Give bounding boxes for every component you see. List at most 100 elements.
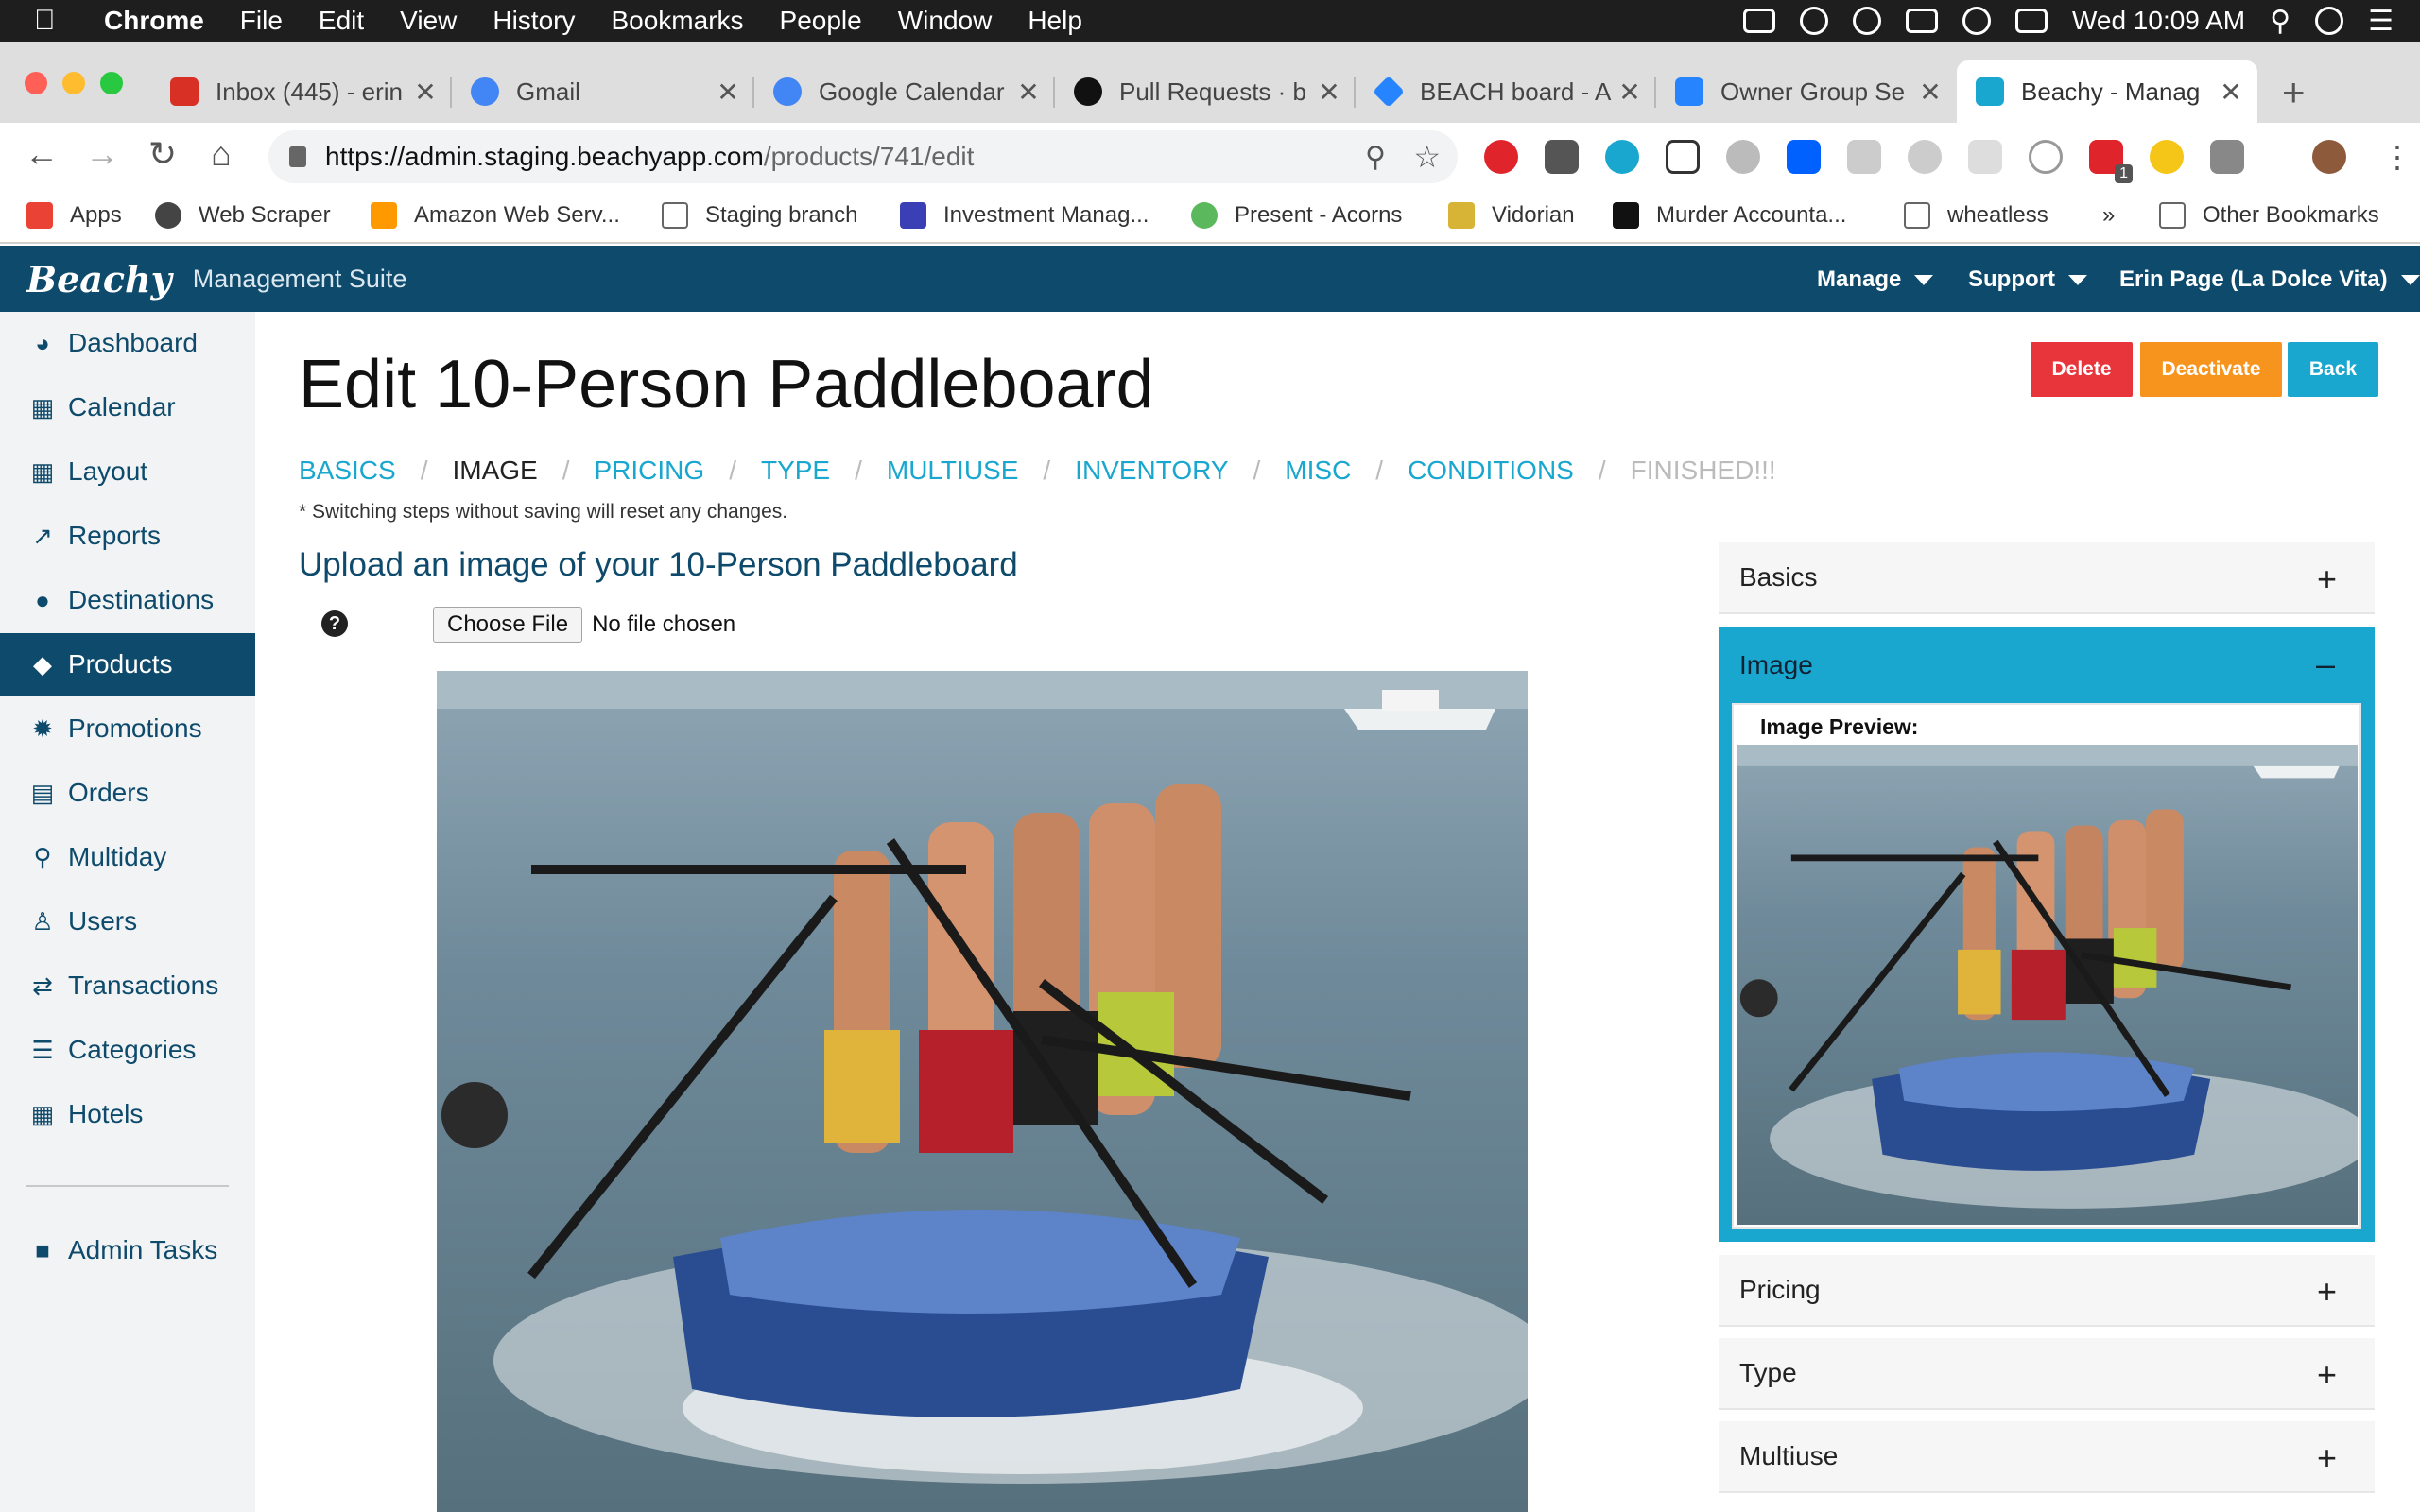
wifi-icon[interactable]: [1962, 7, 1991, 35]
apple-icon[interactable]: : [34, 5, 79, 37]
step-misc[interactable]: MISC: [1285, 455, 1351, 486]
expand-plus-icon[interactable]: +: [2317, 1438, 2337, 1478]
browser-tab[interactable]: Pull Requests · b ✕: [1055, 60, 1356, 123]
tab-close-icon[interactable]: ✕: [2216, 77, 2246, 108]
expand-plus-icon[interactable]: +: [2317, 1355, 2337, 1395]
extension-icon[interactable]: [2029, 140, 2063, 174]
sidebar-item-reports[interactable]: ↗ Reports: [0, 505, 255, 567]
support-menu[interactable]: Support: [1968, 266, 2087, 293]
extension-icon[interactable]: [1605, 140, 1639, 174]
choose-file-button[interactable]: Choose File: [433, 607, 583, 643]
accordion-type[interactable]: Type +: [1719, 1338, 2375, 1410]
sidebar-item-destinations[interactable]: ● Destinations: [0, 569, 255, 631]
browser-tab[interactable]: Inbox (445) - erin ✕: [151, 60, 452, 123]
step-basics[interactable]: BASICS: [299, 455, 396, 486]
camera-icon[interactable]: [2210, 140, 2244, 174]
step-conditions[interactable]: CONDITIONS: [1408, 455, 1574, 486]
menu-app-name[interactable]: Chrome: [104, 6, 204, 36]
accordion-image-header[interactable]: Image –: [1719, 627, 2375, 703]
back-button[interactable]: Back: [2288, 342, 2378, 397]
bookmarks-overflow[interactable]: »: [2102, 202, 2115, 229]
browser-tab[interactable]: BEACH board - A ✕: [1356, 60, 1656, 123]
menu-file[interactable]: File: [240, 6, 283, 36]
spotlight-search-icon[interactable]: ⚲: [2270, 5, 2290, 38]
extension-icon[interactable]: [1968, 140, 2002, 174]
bookmark-item[interactable]: Staging branch: [662, 202, 857, 229]
zoom-icon[interactable]: ⚲: [1365, 141, 1386, 174]
beachy-logo[interactable]: Beachy: [26, 258, 172, 301]
reload-icon[interactable]: ↻: [140, 134, 185, 174]
bookmark-item[interactable]: Investment Manag...: [900, 202, 1149, 229]
back-arrow-icon[interactable]: ←: [19, 134, 64, 174]
extension-icon[interactable]: 1: [2089, 140, 2133, 183]
manage-menu[interactable]: Manage: [1817, 266, 1934, 293]
tab-close-icon[interactable]: ✕: [1013, 77, 1044, 108]
window-zoom-button[interactable]: [100, 72, 123, 94]
step-image[interactable]: IMAGE: [452, 455, 537, 486]
step-inventory[interactable]: INVENTORY: [1075, 455, 1228, 486]
extension-icon[interactable]: [1787, 140, 1821, 174]
extension-icon[interactable]: [1545, 140, 1579, 174]
menu-window[interactable]: Window: [898, 6, 993, 36]
sidebar-item-orders[interactable]: ▤ Orders: [0, 762, 255, 824]
extension-icon[interactable]: [1908, 140, 1942, 174]
window-minimize-button[interactable]: [62, 72, 85, 94]
extension-icon[interactable]: [2150, 140, 2184, 174]
address-bar[interactable]: https://admin.staging.beachyapp.com /pro…: [268, 130, 1458, 183]
menu-history[interactable]: History: [493, 6, 575, 36]
step-finished[interactable]: FINISHED!!!: [1631, 455, 1776, 486]
menu-edit[interactable]: Edit: [319, 6, 364, 36]
browser-tab-active[interactable]: Beachy - Manag ✕: [1957, 60, 2257, 123]
sidebar-item-admin-tasks[interactable]: ■ Admin Tasks: [0, 1219, 255, 1281]
bookmark-apps[interactable]: Apps: [26, 202, 122, 229]
clock[interactable]: Wed 10:09 AM: [2072, 6, 2245, 36]
help-icon[interactable]: ?: [321, 610, 348, 637]
sidebar-item-multiday[interactable]: ⚲ Multiday: [0, 826, 255, 888]
accordion-multiuse[interactable]: Multiuse +: [1719, 1421, 2375, 1493]
tab-close-icon[interactable]: ✕: [1915, 77, 1945, 108]
collapse-minus-icon[interactable]: –: [2316, 644, 2335, 684]
bookmark-folder[interactable]: wheatless: [1904, 202, 2048, 229]
sidebar-item-calendar[interactable]: ▦ Calendar: [0, 376, 255, 438]
bookmark-item[interactable]: Web Scraper: [155, 202, 331, 229]
forward-arrow-icon[interactable]: →: [79, 134, 125, 174]
sidebar-item-users[interactable]: ♙ Users: [0, 890, 255, 953]
bookmark-folder[interactable]: Other Bookmarks: [2159, 202, 2379, 229]
accordion-pricing[interactable]: Pricing +: [1719, 1255, 2375, 1327]
accordion-basics[interactable]: Basics +: [1719, 542, 2375, 614]
bookmark-item[interactable]: Amazon Web Serv...: [371, 202, 620, 229]
sidebar-item-dashboard[interactable]: ◕ Dashboard: [0, 312, 255, 374]
file-input[interactable]: Choose File No file chosen: [433, 607, 735, 643]
extension-icon[interactable]: [1666, 140, 1700, 174]
tab-close-icon[interactable]: ✕: [410, 77, 441, 108]
bookmark-item[interactable]: Murder Accounta...: [1613, 202, 1846, 229]
battery-icon[interactable]: [2014, 9, 2048, 33]
sidebar-item-layout[interactable]: ▦ Layout: [0, 440, 255, 503]
bookmark-item[interactable]: Vidorian: [1448, 202, 1575, 229]
menu-people[interactable]: People: [780, 6, 862, 36]
sidebar-item-products[interactable]: ◆ Products: [0, 633, 255, 696]
sidebar-item-promotions[interactable]: ✹ Promotions: [0, 697, 255, 760]
tab-close-icon[interactable]: ✕: [713, 77, 743, 108]
accessibility-icon[interactable]: [1852, 7, 1881, 35]
tab-close-icon[interactable]: ✕: [1314, 77, 1344, 108]
link-icon[interactable]: [1905, 9, 1938, 33]
bookmark-star-icon[interactable]: ☆: [1413, 139, 1441, 175]
browser-tab[interactable]: Google Calendar ✕: [754, 60, 1055, 123]
step-multiuse[interactable]: MULTIUSE: [887, 455, 1019, 486]
siri-icon[interactable]: [2315, 7, 2344, 35]
home-icon[interactable]: ⌂: [199, 134, 244, 174]
bookmark-item[interactable]: Present - Acorns: [1191, 202, 1402, 229]
expand-plus-icon[interactable]: +: [2317, 1272, 2337, 1312]
notification-center-icon[interactable]: ☰: [2368, 5, 2394, 38]
new-tab-button[interactable]: +: [2282, 70, 2306, 115]
extension-icon[interactable]: [1484, 140, 1518, 174]
dropbox-icon[interactable]: [1742, 9, 1775, 33]
menu-bookmarks[interactable]: Bookmarks: [611, 6, 743, 36]
step-pricing[interactable]: PRICING: [595, 455, 705, 486]
deactivate-button[interactable]: Deactivate: [2140, 342, 2282, 397]
sidebar-item-hotels[interactable]: ▦ Hotels: [0, 1083, 255, 1145]
menu-view[interactable]: View: [400, 6, 457, 36]
sidebar-item-categories[interactable]: ☰ Categories: [0, 1019, 255, 1081]
browser-tab[interactable]: Owner Group Se ✕: [1656, 60, 1957, 123]
